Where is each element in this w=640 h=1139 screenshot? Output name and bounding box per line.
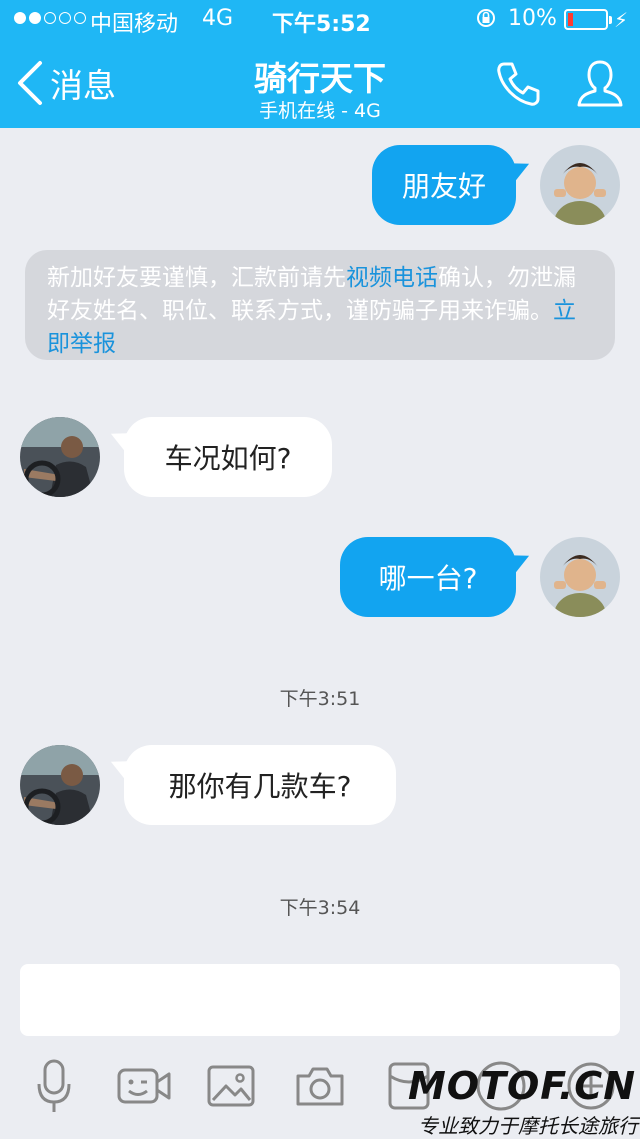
- contact-avatar[interactable]: [20, 417, 100, 497]
- chat-header: 中国移动 4G 下午5:52 10% ⚡ 消息 骑行天下 手机在线 - 4G: [0, 0, 640, 128]
- charging-icon: ⚡: [614, 8, 629, 32]
- image-icon[interactable]: [206, 1058, 256, 1114]
- message-bubble-outgoing[interactable]: 哪一台?: [340, 537, 516, 617]
- battery-percent: 10%: [508, 6, 557, 31]
- battery-icon: [564, 9, 612, 30]
- video-call-icon[interactable]: [116, 1058, 172, 1114]
- microphone-icon[interactable]: [34, 1058, 74, 1114]
- network-type: 4G: [202, 6, 234, 31]
- contact-avatar[interactable]: [20, 745, 100, 825]
- status-bar: 中国移动 4G 下午5:52 10% ⚡: [0, 0, 640, 40]
- phone-call-icon[interactable]: [492, 58, 544, 110]
- my-avatar[interactable]: [540, 145, 620, 225]
- camera-icon[interactable]: [294, 1058, 346, 1114]
- signal-strength-icon: [14, 12, 86, 24]
- security-notice: 新加好友要谨慎，汇款前请先视频电话确认，勿泄漏好友姓名、职位、联系方式，谨防骗子…: [25, 250, 615, 360]
- status-time: 下午5:52: [272, 12, 371, 37]
- watermark: MOTOF.CN 专业致力于摩托长途旅行: [400, 1064, 640, 1138]
- my-avatar[interactable]: [540, 537, 620, 617]
- message-input[interactable]: [20, 964, 620, 1036]
- watermark-logo: MOTOF.CN: [407, 1064, 636, 1108]
- video-call-link[interactable]: 视频电话: [346, 265, 438, 291]
- message-bubble-outgoing[interactable]: 朋友好: [372, 145, 516, 225]
- carrier-name: 中国移动: [90, 12, 179, 37]
- message-timestamp: 下午3:54: [279, 897, 361, 919]
- chat-title: 骑行天下: [254, 59, 386, 98]
- message-bubble-incoming[interactable]: 那你有几款车?: [124, 745, 396, 825]
- notice-text: 新加好友要谨慎，汇款前请先: [47, 265, 346, 291]
- message-bubble-incoming[interactable]: 车况如何?: [124, 417, 332, 497]
- online-status: 手机在线 - 4G: [259, 100, 381, 122]
- profile-icon[interactable]: [574, 58, 626, 110]
- message-timestamp: 下午3:51: [279, 688, 361, 710]
- watermark-tagline: 专业致力于摩托长途旅行: [418, 1114, 638, 1138]
- rotation-lock-icon: [477, 9, 495, 27]
